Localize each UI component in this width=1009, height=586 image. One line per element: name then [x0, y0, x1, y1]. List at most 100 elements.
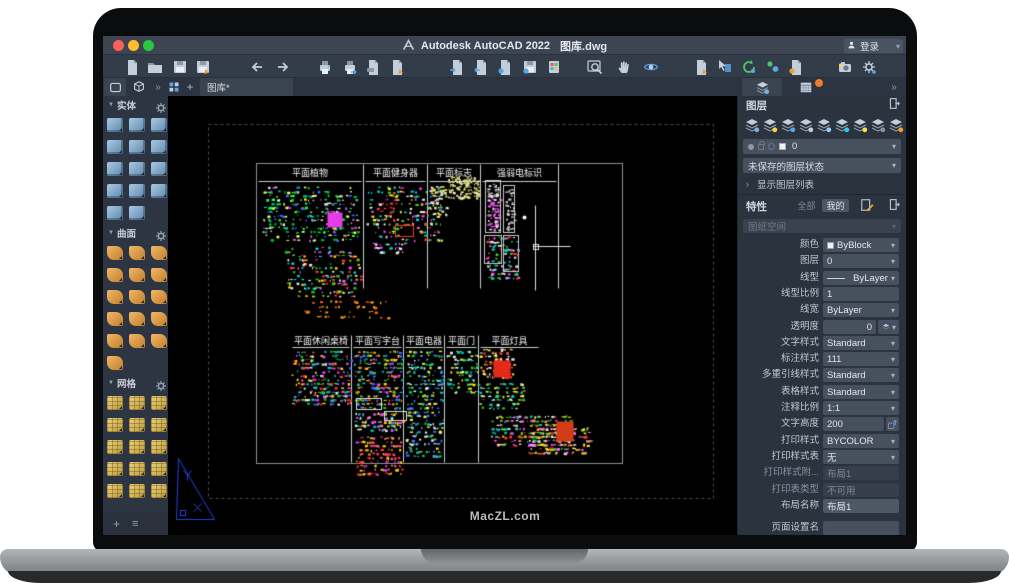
曲面-tool-icon[interactable] — [129, 268, 145, 282]
design-palette-icon[interactable] — [545, 58, 562, 75]
cube-tool-icon[interactable] — [128, 78, 150, 96]
login-button[interactable]: 登录 ▾ — [844, 39, 903, 53]
网格-tool-icon[interactable] — [129, 418, 145, 432]
open-file-icon[interactable] — [146, 58, 163, 75]
实体-tool-icon[interactable] — [107, 118, 123, 132]
网格-tool-icon[interactable] — [151, 484, 167, 498]
gear-icon[interactable] — [153, 228, 163, 238]
orbit-icon[interactable] — [642, 58, 659, 75]
tab-layers[interactable] — [742, 78, 782, 96]
曲面-tool-icon[interactable] — [107, 334, 123, 348]
实体-tool-icon[interactable] — [129, 118, 145, 132]
网格-tool-icon[interactable] — [129, 484, 145, 498]
zoom-window-icon[interactable] — [586, 58, 603, 75]
曲面-tool-icon[interactable] — [107, 268, 123, 282]
current-layer-dropdown[interactable]: 0 ▾ — [743, 139, 901, 154]
曲面-tool-icon[interactable] — [107, 246, 123, 260]
save-to-web-icon[interactable] — [521, 58, 538, 75]
property-field-线型[interactable]: ByLayer▾ — [823, 271, 899, 285]
实体-tool-icon[interactable] — [151, 162, 167, 176]
property-field-标注样式[interactable]: 111▾ — [823, 352, 899, 366]
网格-tool-icon[interactable] — [107, 484, 123, 498]
filter-mine-button[interactable]: 我的 — [822, 199, 849, 212]
filter-all-button[interactable]: 全部 — [793, 199, 820, 212]
layer-tool-icon-1[interactable] — [762, 117, 777, 132]
drawing-canvas[interactable] — [168, 96, 737, 535]
palette-section-曲面[interactable]: ▼曲面 — [103, 224, 168, 242]
attach-reference-icon[interactable] — [496, 58, 513, 75]
viewport-tool-icon[interactable] — [104, 78, 126, 96]
property-field-透明度[interactable]: 0 — [823, 320, 876, 334]
redo-icon[interactable] — [273, 58, 290, 75]
曲面-tool-icon[interactable] — [107, 290, 123, 304]
pick-on-screen-button[interactable] — [886, 417, 899, 431]
实体-tool-icon[interactable] — [107, 140, 123, 154]
曲面-tool-icon[interactable] — [129, 334, 145, 348]
show-layer-list[interactable]: › 显示图层列表 — [746, 177, 814, 191]
实体-tool-icon[interactable] — [107, 162, 123, 176]
曲面-tool-icon[interactable] — [129, 246, 145, 260]
new-file-icon[interactable] — [123, 58, 140, 75]
property-field-打印样式表[interactable]: 无▾ — [823, 450, 899, 464]
property-field-图层[interactable]: 0▾ — [823, 254, 899, 268]
gear-icon[interactable] — [153, 378, 163, 388]
网格-tool-icon[interactable] — [151, 440, 167, 454]
plot-icon[interactable] — [316, 58, 333, 75]
layer-tool-icon-7[interactable] — [870, 117, 885, 132]
实体-tool-icon[interactable] — [107, 206, 123, 220]
visual-capture-icon[interactable] — [836, 58, 853, 75]
property-field-线宽[interactable]: ByLayer▾ — [823, 303, 899, 317]
实体-tool-icon[interactable] — [129, 140, 145, 154]
网格-tool-icon[interactable] — [107, 418, 123, 432]
gear-icon[interactable] — [153, 100, 163, 110]
实体-tool-icon[interactable] — [151, 140, 167, 154]
layer-state-dropdown[interactable]: 未保存的图层状态 ▾ — [743, 158, 901, 173]
曲面-tool-icon[interactable] — [107, 312, 123, 326]
close-properties-icon[interactable] — [888, 198, 901, 211]
palette-section-实体[interactable]: ▼实体 — [103, 96, 168, 114]
网格-tool-icon[interactable] — [107, 462, 123, 476]
layer-tool-icon-8[interactable] — [888, 117, 903, 132]
export-icon[interactable] — [472, 58, 489, 75]
实体-tool-icon[interactable] — [151, 118, 167, 132]
layer-tool-icon-6[interactable] — [852, 117, 867, 132]
layer-tool-icon-3[interactable] — [798, 117, 813, 132]
网格-tool-icon[interactable] — [129, 396, 145, 410]
undo-icon[interactable] — [249, 58, 266, 75]
save-as-icon[interactable] — [194, 58, 211, 75]
copy-with-cursor-icon[interactable] — [716, 58, 733, 75]
palette-section-网格[interactable]: ▼网格 — [103, 374, 168, 392]
曲面-tool-icon[interactable] — [151, 290, 167, 304]
layer-tool-icon-5[interactable] — [834, 117, 849, 132]
plot-preview-icon[interactable] — [364, 58, 381, 75]
page-setup-icon[interactable] — [388, 58, 405, 75]
实体-tool-icon[interactable] — [129, 184, 145, 198]
网格-tool-icon[interactable] — [151, 418, 167, 432]
property-field-文字高度[interactable]: 200 — [823, 417, 884, 431]
transparency-dropdown-button[interactable]: ▾ — [878, 320, 899, 334]
property-field-线型比例[interactable]: 1 — [823, 287, 899, 301]
实体-tool-icon[interactable] — [129, 162, 145, 176]
layer-tool-icon-4[interactable] — [816, 117, 831, 132]
property-field-注释比例[interactable]: 1:1▾ — [823, 401, 899, 415]
edit-properties-icon[interactable] — [860, 198, 874, 212]
网格-tool-icon[interactable] — [129, 440, 145, 454]
chevrons-icon[interactable]: » — [151, 78, 165, 96]
layer-tool-icon-2[interactable] — [780, 117, 795, 132]
网格-tool-icon[interactable] — [151, 396, 167, 410]
网格-tool-icon[interactable] — [107, 440, 123, 454]
system-settings-icon[interactable] — [860, 58, 877, 75]
import-icon[interactable] — [448, 58, 465, 75]
document-tab[interactable]: 图库* — [200, 78, 293, 96]
point-markers-icon[interactable] — [764, 58, 781, 75]
property-field-颜色[interactable]: ByBlock▾ — [823, 238, 899, 252]
曲面-tool-icon[interactable] — [151, 334, 167, 348]
markup-icon[interactable] — [692, 58, 709, 75]
pan-icon[interactable] — [615, 58, 632, 75]
space-selector-dropdown[interactable]: 图纸空间 ▾ — [743, 219, 901, 233]
曲面-tool-icon[interactable] — [129, 312, 145, 326]
曲面-tool-icon[interactable] — [151, 268, 167, 282]
batch-plot-icon[interactable] — [341, 58, 358, 75]
property-field-多重引线样式[interactable]: Standard▾ — [823, 368, 899, 382]
曲面-tool-icon[interactable] — [107, 356, 123, 370]
